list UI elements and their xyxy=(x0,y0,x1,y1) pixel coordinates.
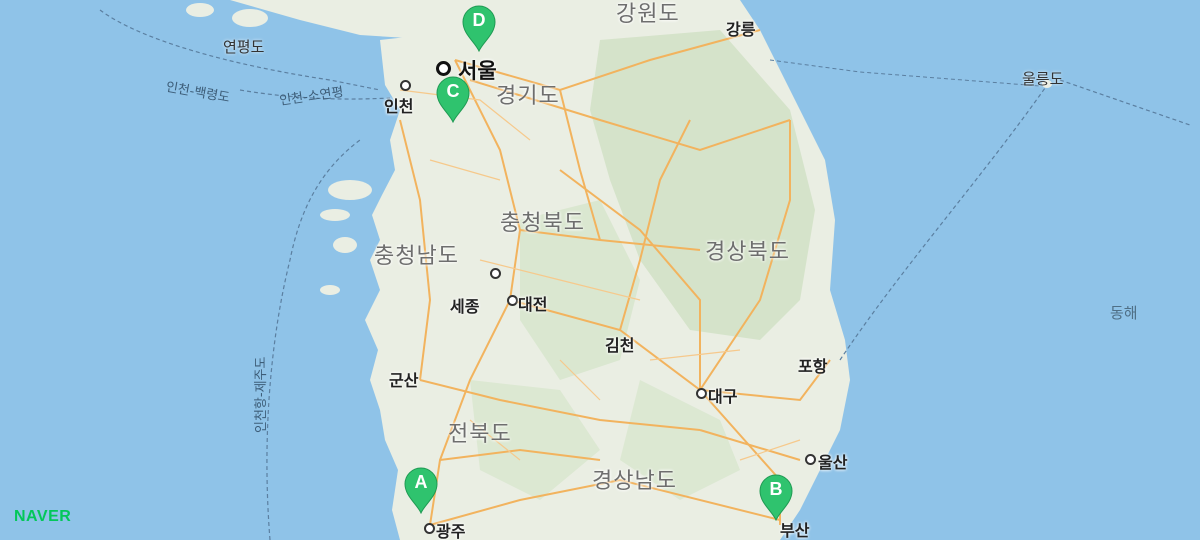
city-label-gunsan[interactable]: 군산 xyxy=(389,367,418,391)
marker-label-d: D xyxy=(472,10,486,30)
marker-label-b: B xyxy=(769,479,783,499)
map-marker-c[interactable]: C xyxy=(435,75,471,123)
sea-label-east: 동해 xyxy=(1110,304,1138,322)
route-label-incheon-jeju: 인천항-제주도 xyxy=(254,356,269,433)
ulsan-dot xyxy=(805,454,816,465)
map-marker-d[interactable]: D xyxy=(461,4,497,52)
map-marker-b[interactable]: B xyxy=(758,473,794,521)
marker-label-a: A xyxy=(414,472,428,492)
province-label-gyeonggi: 경기도 xyxy=(496,84,560,109)
island-label-yeonpyeong: 연평도 xyxy=(223,38,265,56)
seoul-dot xyxy=(436,61,451,76)
naver-logo[interactable]: NAVER xyxy=(14,508,71,526)
island-label-ulleung: 울릉도 xyxy=(1022,70,1064,88)
province-label-chungbuk: 충청북도 xyxy=(500,211,585,236)
city-label-sejong[interactable]: 세종 xyxy=(450,293,479,317)
province-label-gangwon: 강원도 xyxy=(616,2,680,27)
city-label-daejeon[interactable]: 대전 xyxy=(518,291,547,315)
gwangju-dot xyxy=(424,523,435,534)
incheon-dot xyxy=(400,80,411,91)
map-marker-a[interactable]: A xyxy=(403,466,439,514)
province-label-gyeongbuk: 경상북도 xyxy=(705,240,790,265)
city-label-gangneung[interactable]: 강릉 xyxy=(726,16,755,40)
sejong-dot xyxy=(490,268,501,279)
province-label-gyeongnam: 경상남도 xyxy=(592,469,677,494)
city-label-incheon[interactable]: 인천 xyxy=(384,93,413,117)
map-canvas[interactable]: 강원도 경기도 충청북도 충청남도 경상북도 전북도 경상남도 서울 인천 강릉… xyxy=(0,0,1200,540)
city-label-ulsan[interactable]: 울산 xyxy=(818,449,847,473)
province-label-chungnam: 충청남도 xyxy=(374,244,459,269)
daejeon-dot xyxy=(507,295,518,306)
daegu-dot xyxy=(696,388,707,399)
city-label-gimcheon[interactable]: 김천 xyxy=(605,332,634,356)
province-label-jeonbuk: 전북도 xyxy=(448,422,512,447)
city-label-gwangju[interactable]: 광주 xyxy=(436,518,465,540)
city-label-pohang[interactable]: 포항 xyxy=(798,353,827,377)
city-label-daegu[interactable]: 대구 xyxy=(708,383,737,407)
marker-label-c: C xyxy=(446,81,460,101)
